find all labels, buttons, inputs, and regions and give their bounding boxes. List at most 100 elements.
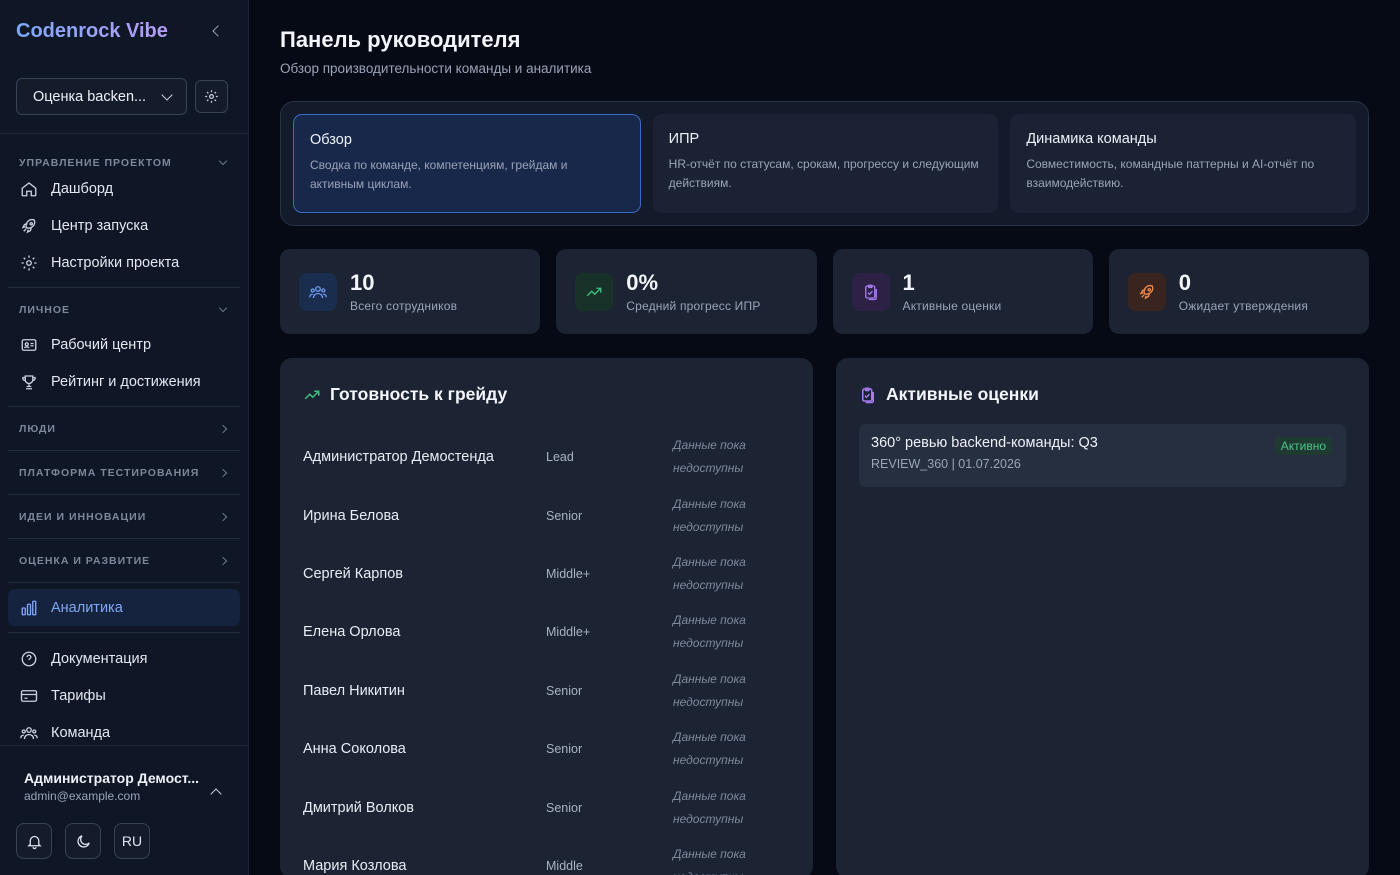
sidebar-item-launch-center[interactable]: Центр запуска: [8, 207, 240, 244]
readiness-status: Данные пока недоступны: [673, 554, 746, 592]
employee-name: Сергей Карпов: [303, 565, 403, 582]
tab-ipr[interactable]: ИПР HR-отчёт по статусам, срокам, прогре…: [652, 114, 999, 213]
section-title: ПЛАТФОРМА ТЕСТИРОВАНИЯ: [19, 466, 200, 479]
stat-label: Активные оценки: [902, 298, 1002, 313]
tab-description: Совместимость, командные паттерны и AI-о…: [1026, 157, 1315, 190]
stat-value: 0: [1178, 269, 1191, 295]
sidebar-item-rating[interactable]: Рейтинг и достижения: [8, 363, 240, 400]
chevron-right-icon: [218, 468, 228, 477]
stat-card-employees: 10 Всего сотрудников: [280, 249, 541, 334]
employee-level: Middle+: [546, 566, 591, 581]
section-ideas[interactable]: ИДЕИ И ИННОВАЦИИ: [0, 495, 248, 538]
sidebar-item-label: Рабочий центр: [51, 336, 152, 353]
sidebar-item-analytics[interactable]: Аналитика: [8, 589, 240, 626]
card-title: Активные оценки: [859, 384, 1039, 405]
trophy-icon: [22, 374, 36, 389]
employee-level: Senior: [546, 683, 583, 698]
sidebar-item-workspace[interactable]: Рабочий центр: [8, 326, 240, 363]
users-icon: [20, 726, 38, 739]
gear-icon: [205, 90, 218, 103]
moon-icon: [76, 834, 90, 848]
readiness-status: Данные пока недоступны: [673, 671, 746, 709]
project-select[interactable]: Оценка backen...: [16, 78, 187, 115]
sidebar-item-label: Настройки проекта: [51, 254, 180, 271]
table-row[interactable]: Павел Никитин Senior Данные пока недоступн…: [303, 662, 789, 720]
sidebar-item-label: Документация: [51, 650, 148, 667]
sidebar-controls: RU: [16, 823, 150, 859]
clipboard-check-icon: [862, 387, 874, 403]
user-menu[interactable]: Администратор Демост... admin@example.co…: [0, 745, 248, 803]
table-row[interactable]: Дмитрий Волков Senior Данные пока недоступ…: [303, 778, 789, 836]
employee-name: Администратор Демостенда: [303, 449, 494, 466]
table-row[interactable]: Сергей Карпов Middle+ Данные пока недоступ…: [303, 545, 789, 603]
bell-icon: [26, 835, 42, 849]
dashboard-tabs: Обзор Сводка по команде, компетенциям, г…: [280, 101, 1369, 226]
main-content: Панель руководителя Обзор производительн…: [249, 0, 1400, 875]
sidebar-item-dashboard[interactable]: Дашборд: [8, 170, 240, 207]
user-name: Администратор Демост...: [24, 770, 200, 786]
employee-level: Middle: [546, 858, 583, 873]
page-subtitle: Обзор производительности команды и анали…: [280, 61, 592, 76]
card-title: Готовность к грейду: [303, 384, 507, 405]
help-circle-icon: [21, 651, 37, 666]
grade-list: Администратор Демостенда Lead Данные пока …: [303, 428, 789, 875]
chevron-right-icon: [218, 512, 228, 521]
readiness-status: Данные пока недоступны: [673, 846, 746, 875]
credit-card-icon: [20, 689, 38, 702]
theme-toggle-button[interactable]: [65, 823, 101, 859]
evaluation-meta: REVIEW_360 | 01.07.2026: [871, 457, 1021, 471]
table-row[interactable]: Администратор Демостенда Lead Данные пока …: [303, 428, 789, 486]
user-email: admin@example.com: [24, 789, 141, 803]
table-row[interactable]: Мария Козлова Middle Данные пока недоступн…: [303, 837, 789, 875]
collapse-sidebar-icon[interactable]: [210, 24, 224, 38]
section-title: ИДЕИ И ИННОВАЦИИ: [19, 510, 147, 523]
sidebar-item-pricing[interactable]: Тарифы: [8, 677, 240, 714]
gear-icon: [21, 255, 37, 270]
stat-label: Средний прогресс ИПР: [626, 298, 761, 313]
readiness-status: Данные пока недоступны: [673, 613, 746, 651]
employee-level: Senior: [546, 508, 583, 523]
readiness-status: Данные пока недоступны: [673, 438, 746, 476]
section-personal[interactable]: ЛИЧНОЕ: [0, 288, 248, 331]
stat-card-pending: 0 Ожидает утверждения: [1108, 249, 1369, 334]
section-testing-platform[interactable]: ПЛАТФОРМА ТЕСТИРОВАНИЯ: [0, 451, 248, 494]
stat-card-active-evals: 1 Активные оценки: [832, 249, 1093, 334]
project-settings-button[interactable]: [195, 80, 228, 113]
employee-level: Senior: [546, 800, 583, 815]
employee-name: Мария Козлова: [303, 857, 407, 874]
sidebar-item-project-settings[interactable]: Настройки проекта: [8, 244, 240, 281]
app-logo[interactable]: Codenrock Vibe: [16, 20, 168, 43]
logo-row: Codenrock Vibe: [0, 0, 248, 62]
sidebar-item-label: Дашборд: [51, 180, 114, 197]
section-people[interactable]: ЛЮДИ: [0, 407, 248, 450]
tab-title: Обзор: [310, 132, 352, 148]
chevron-right-icon: [218, 424, 228, 433]
section-title: УПРАВЛЕНИЕ ПРОЕКТОМ: [19, 157, 172, 169]
employee-name: Павел Никитин: [303, 682, 405, 699]
page-title: Панель руководителя: [280, 27, 521, 52]
notifications-button[interactable]: [16, 823, 52, 859]
tab-title: Динамика команды: [1026, 131, 1157, 147]
readiness-status: Данные пока недоступны: [673, 788, 746, 826]
card-title-text: Активные оценки: [886, 384, 1039, 404]
rocket-icon: [21, 218, 36, 233]
table-row[interactable]: Анна Соколова Senior Данные пока недоступн…: [303, 720, 789, 778]
table-row[interactable]: Ирина Белова Senior Данные пока недоступны: [303, 486, 789, 544]
sidebar-item-docs[interactable]: Документация: [8, 640, 240, 677]
sidebar-item-label: Рейтинг и достижения: [51, 373, 201, 390]
employee-name: Дмитрий Волков: [303, 799, 414, 816]
project-row: Оценка backen...: [0, 62, 248, 134]
stat-label: Всего сотрудников: [350, 298, 458, 313]
sidebar-item-label: Центр запуска: [51, 217, 149, 234]
language-button[interactable]: RU: [114, 823, 150, 859]
evaluation-item[interactable]: 360° ревью backend-команды: Q3 REVIEW_36…: [859, 424, 1346, 487]
tab-team-dynamics[interactable]: Динамика команды Совместимость, командны…: [1010, 114, 1357, 213]
table-row[interactable]: Елена Орлова Middle+ Данные пока недоступн…: [303, 603, 789, 661]
evaluation-title: 360° ревью backend-команды: Q3: [871, 435, 1098, 451]
employee-level: Middle+: [546, 625, 591, 640]
section-title: ЛИЧНОЕ: [19, 303, 71, 316]
id-card-icon: [21, 338, 37, 351]
section-evaluation[interactable]: ОЦЕНКА И РАЗВИТИЕ: [0, 539, 248, 582]
rocket-icon: [1127, 272, 1166, 311]
tab-overview[interactable]: Обзор Сводка по команде, компетенциям, г…: [293, 114, 641, 213]
